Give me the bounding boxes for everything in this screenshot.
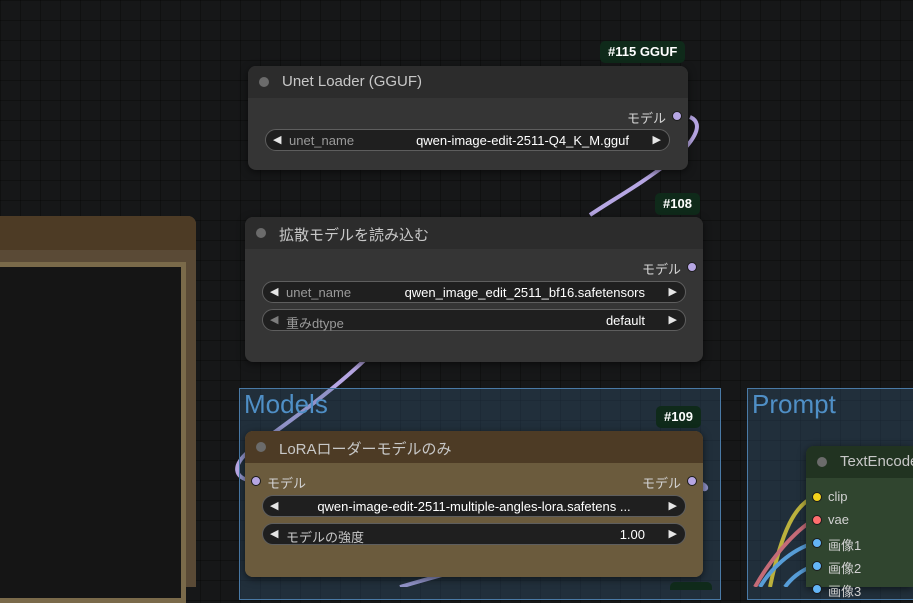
clip-input-slot[interactable] (812, 492, 822, 502)
vae-input-label: vae (828, 512, 849, 527)
node-id-badge: #108 (655, 193, 700, 215)
node-title: TextEncode (840, 453, 913, 470)
triangle-left-icon[interactable]: ◀ (270, 313, 278, 326)
lora-name-combo[interactable]: ◀ qwen-image-edit-2511-multiple-angles-l… (262, 495, 686, 517)
model-strength-number[interactable]: ◀ モデルの強度 1.00 ▶ (262, 523, 686, 545)
widget-name: モデルの強度 (286, 530, 365, 545)
image1-input-label: 画像1 (828, 538, 862, 553)
triangle-right-icon[interactable]: ▶ (669, 285, 677, 298)
offscreen-node[interactable] (0, 216, 196, 603)
circle-icon[interactable] (256, 228, 266, 238)
node-body (245, 463, 703, 577)
clip-input-label: clip (828, 489, 848, 504)
unet-loader-gguf-node[interactable]: Unet Loader (GGUF) モデル ◀ unet_name qwen-… (248, 66, 688, 170)
triangle-right-icon[interactable]: ▶ (669, 313, 677, 326)
weight-dtype-combo[interactable]: ◀ 重みdtype default ▶ (262, 309, 686, 331)
image2-input-slot[interactable] (812, 561, 822, 571)
input-slot[interactable] (251, 476, 261, 486)
circle-icon[interactable] (256, 442, 266, 452)
unet-name-combo[interactable]: ◀ unet_name qwen_image_edit_2511_bf16.sa… (262, 281, 686, 303)
output-slot[interactable] (672, 111, 682, 121)
text-encode-node[interactable]: TextEncode clip vae 画像1 画像2 画像3 (806, 446, 913, 599)
node-header[interactable]: 拡散モデルを読み込む (245, 217, 703, 249)
widget-name: unet_name (286, 285, 352, 300)
image3-input-slot[interactable] (812, 584, 822, 594)
prompt-group-title: Prompt (752, 389, 836, 419)
triangle-right-icon[interactable]: ▶ (669, 499, 677, 512)
triangle-right-icon[interactable]: ▶ (653, 133, 661, 146)
triangle-left-icon[interactable]: ◀ (270, 499, 278, 512)
triangle-right-icon[interactable]: ▶ (669, 527, 677, 540)
circle-icon[interactable] (817, 457, 827, 467)
input-label: モデル (267, 476, 307, 491)
unet-name-combo[interactable]: ◀ unet_name qwen-image-edit-2511-Q4_K_M.… (265, 129, 670, 151)
image1-input-slot[interactable] (812, 538, 822, 548)
triangle-left-icon[interactable]: ◀ (270, 285, 278, 298)
vae-input-slot[interactable] (812, 515, 822, 525)
node-id-badge: #109 (656, 406, 701, 428)
image3-input-label: 画像3 (828, 584, 862, 599)
output-label: モデル (626, 111, 666, 126)
node-header[interactable]: Unet Loader (GGUF) (248, 66, 688, 98)
output-slot[interactable] (687, 262, 697, 272)
widget-value: qwen-image-edit-2511-multiple-angles-lor… (317, 499, 631, 514)
models-group-title: Models (244, 389, 328, 419)
circle-icon[interactable] (259, 77, 269, 87)
triangle-left-icon[interactable]: ◀ (270, 527, 278, 540)
widget-value: 1.00 (619, 527, 645, 542)
diffusion-model-loader-node[interactable]: 拡散モデルを読み込む モデル ◀ unet_name qwen_image_ed… (245, 217, 703, 362)
widget-value: qwen_image_edit_2511_bf16.safetensors (404, 285, 645, 300)
node-title: Unet Loader (GGUF) (282, 73, 423, 90)
node-header[interactable]: TextEncode (806, 446, 913, 478)
node-title: LoRAローダーモデルのみ (279, 441, 452, 458)
triangle-left-icon[interactable]: ◀ (273, 133, 281, 146)
node-title: 拡散モデルを読み込む (279, 227, 430, 244)
node-header[interactable]: LoRAローダーモデルのみ (245, 431, 703, 463)
offscreen-node-header (0, 216, 196, 250)
widget-value: default (605, 313, 645, 328)
output-label: モデル (641, 262, 681, 277)
widget-name: 重みdtype (286, 316, 344, 331)
output-slot[interactable] (687, 476, 697, 486)
image2-input-label: 画像2 (828, 561, 862, 576)
widget-name: unet_name (289, 133, 355, 148)
node-id-badge: #115 GGUF (600, 41, 686, 63)
lora-loader-model-only-node[interactable]: LoRAローダーモデルのみ モデル モデル ◀ qwen-image-edit-… (245, 431, 703, 577)
offscreen-node-preview (0, 262, 186, 603)
widget-value: qwen-image-edit-2511-Q4_K_M.gguf (416, 133, 629, 148)
output-label: モデル (641, 476, 681, 491)
node-id-badge-cropped (670, 582, 712, 590)
